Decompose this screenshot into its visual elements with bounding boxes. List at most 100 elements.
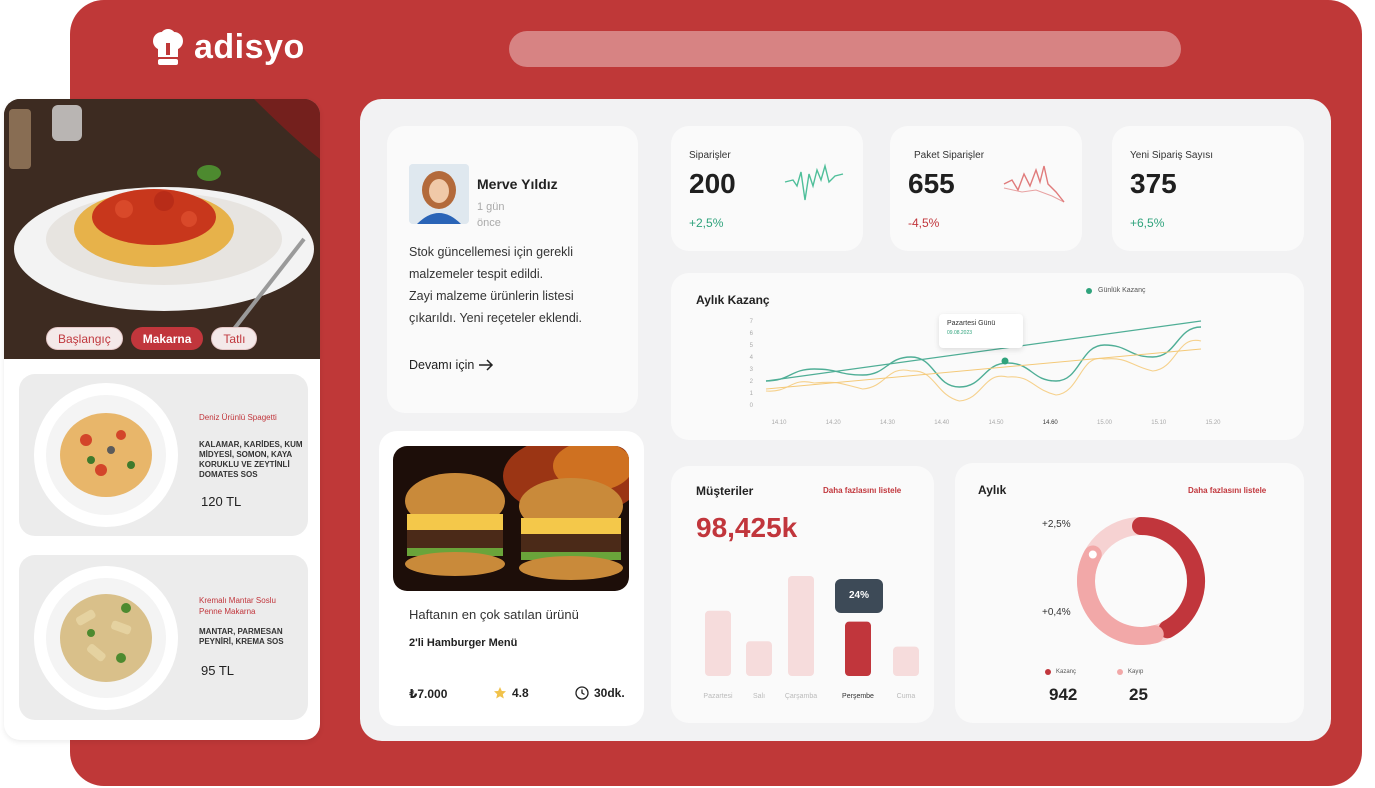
bestseller-time: 30dk. — [575, 686, 625, 700]
legend-label: Kazanç — [1056, 669, 1077, 675]
stat-delta: +6,5% — [1130, 216, 1165, 230]
line-chart: 7 6 5 4 3 2 1 0 14.10 14.20 14.30 14.40 14.50 14.60 15… — [750, 319, 1222, 426]
category-chips: Başlangıç Makarna Tatlı — [46, 327, 258, 350]
stat-delta: -4,5% — [908, 216, 940, 230]
penne-plate-image — [34, 566, 178, 710]
x-tick-label: 14.30 — [880, 420, 896, 426]
stat-card-new-orders[interactable]: Yeni Sipariş Sayısı 375 +6,5% — [1112, 126, 1304, 251]
stat-value: 375 — [1130, 168, 1177, 199]
dish-description: MANTAR, PARMESAN PEYNİRİ, KREMA SOS — [199, 627, 284, 646]
note-line: Zayi malzeme ürünlerin listesi — [409, 289, 574, 303]
clock-icon — [575, 686, 589, 700]
customers-card[interactable]: Müşteriler Daha fazlasını listele 98,425… — [671, 466, 934, 723]
x-tick-label: Perşembe — [842, 693, 874, 700]
chip-tatli[interactable]: Tatlı — [211, 327, 258, 350]
tooltip-title: Pazartesi Günü — [947, 320, 996, 327]
dish-price: 95 TL — [201, 663, 235, 678]
stat-card-orders[interactable]: Siparişler 200 +2,5% — [671, 126, 863, 251]
stat-label: Yeni Sipariş Sayısı — [1130, 150, 1214, 161]
x-tick-label: 15.20 — [1205, 420, 1221, 426]
spaghetti-plate-image — [34, 383, 178, 527]
menu-phone: Başlangıç Makarna Tatlı Deniz Ürünlü Spa… — [4, 99, 320, 740]
bestseller-title: Haftanın en çok satılan ürünü — [409, 607, 579, 622]
y-tick-label: 4 — [750, 355, 754, 361]
dish-price: 120 TL — [201, 494, 242, 509]
search-bar[interactable] — [509, 31, 1181, 67]
brand-name: adisyo — [194, 28, 305, 66]
x-tick-label: 14.20 — [826, 420, 842, 426]
arrow-right-icon — [479, 359, 494, 371]
x-tick-label: Cuma — [897, 693, 916, 700]
time-value: 30dk. — [594, 686, 625, 700]
x-tick-label: Çarşamba — [785, 693, 817, 700]
star-icon — [494, 687, 506, 699]
x-tick-label: 14.10 — [771, 420, 787, 426]
dish-name: Deniz Ürünlü Spagetti — [199, 413, 277, 422]
trend-line-secondary — [765, 348, 1202, 390]
stat-value: 200 — [689, 168, 736, 199]
stat-label: Siparişler — [689, 150, 731, 161]
x-tick-label: 14.60 — [1043, 420, 1059, 426]
bar-chart: Pazartesi Salı Çarşamba Perşembe Cuma — [703, 576, 919, 700]
read-more-link[interactable]: Devamı için — [409, 358, 494, 372]
bestseller-price: ₺7.000 — [409, 687, 448, 701]
bar — [893, 646, 919, 676]
ring-chart — [1077, 517, 1205, 645]
bar — [746, 641, 772, 676]
brand-logo[interactable]: adisyo — [150, 28, 305, 67]
x-tick-label: 15.00 — [1097, 420, 1113, 426]
chart-tooltip: Pazartesi Günü 09.08.2023 — [939, 314, 1023, 348]
rating-value: 4.8 — [512, 686, 529, 700]
legend-dot — [1045, 669, 1051, 675]
x-tick-label: 14.50 — [988, 420, 1004, 426]
bestseller-card[interactable]: Haftanın en çok satılan ürünü 2'li Hambu… — [379, 431, 644, 726]
highlight-point — [1001, 357, 1009, 365]
burger-photo — [393, 446, 629, 591]
y-tick-label: 0 — [750, 403, 754, 409]
x-tick-label: 14.40 — [934, 420, 950, 426]
stat-delta: +2,5% — [689, 216, 724, 230]
note-line: Stok güncellemesi için gerekli — [409, 245, 573, 259]
sparkline — [784, 163, 844, 201]
burger-image — [393, 446, 629, 591]
dish-card[interactable]: Kremalı Mantar Soslu Penne Makarna MANTA… — [19, 555, 308, 720]
note-line: çıkarıldı. Yeni reçeteler eklendi. — [409, 311, 583, 325]
legend-value-kazanc: 942 — [1049, 685, 1078, 704]
stat-card-package-orders[interactable]: Paket Siparişler 655 -4,5% — [890, 126, 1082, 251]
y-tick-label: 2 — [750, 379, 754, 385]
legend-value-kayip: 25 — [1129, 685, 1148, 704]
x-tick-label: Pazartesi — [703, 693, 733, 700]
bar-badge: 24% — [835, 579, 883, 613]
y-tick-label: 1 — [750, 391, 754, 397]
avatar — [409, 164, 469, 224]
legend-label: Kayıp — [1128, 669, 1144, 675]
chip-baslangic[interactable]: Başlangıç — [46, 327, 123, 350]
stat-label: Paket Siparişler — [914, 150, 985, 161]
bar — [788, 576, 814, 676]
y-tick-label: 6 — [750, 331, 754, 337]
app-stage: adisyo Başlangıç Makarna Tatlı Deniz Ürü… — [0, 0, 1375, 788]
note-line: malzemeler tespit edildi. — [409, 267, 544, 281]
bestseller-rating: 4.8 — [493, 686, 529, 700]
ring-handle — [1086, 548, 1099, 561]
monthly-earnings-card[interactable]: Aylık Kazanç Günlük Kazanç 7 6 5 4 3 2 1 0 14.10… — [671, 273, 1304, 440]
pasta-plate-illustration — [4, 99, 320, 359]
note-time: 1 gün önce — [477, 201, 505, 229]
dish-description: KALAMAR, KARİDES, KUM MİDYESİ, SOMON, KA… — [199, 440, 303, 479]
bar — [705, 610, 731, 676]
ring-segment-kazanc — [1132, 517, 1205, 639]
y-tick-label: 5 — [750, 343, 754, 349]
chip-makarna[interactable]: Makarna — [130, 327, 204, 350]
sparkline — [1003, 165, 1065, 203]
legend-item-kayip: Kayıp — [1117, 669, 1143, 675]
ring-segment-kayip — [1077, 545, 1164, 645]
x-tick-label: 15.10 — [1151, 420, 1167, 426]
x-tick-label: Salı — [753, 693, 765, 700]
note-author: Merve Yıldız — [477, 176, 558, 192]
tooltip-date: 09.08.2023 — [947, 330, 973, 336]
dish-name: Kremalı Mantar Soslu Penne Makarna — [199, 596, 276, 616]
note-card[interactable]: Merve Yıldız 1 gün önce Stok güncellemes… — [387, 126, 638, 413]
monthly-ring-card[interactable]: Aylık Daha fazlasını listele +2,5% +0,4%… — [955, 463, 1304, 723]
dish-card[interactable]: Deniz Ürünlü Spagetti KALAMAR, KARİDES, … — [19, 374, 308, 536]
bestseller-product: 2'li Hamburger Menü — [409, 637, 518, 649]
